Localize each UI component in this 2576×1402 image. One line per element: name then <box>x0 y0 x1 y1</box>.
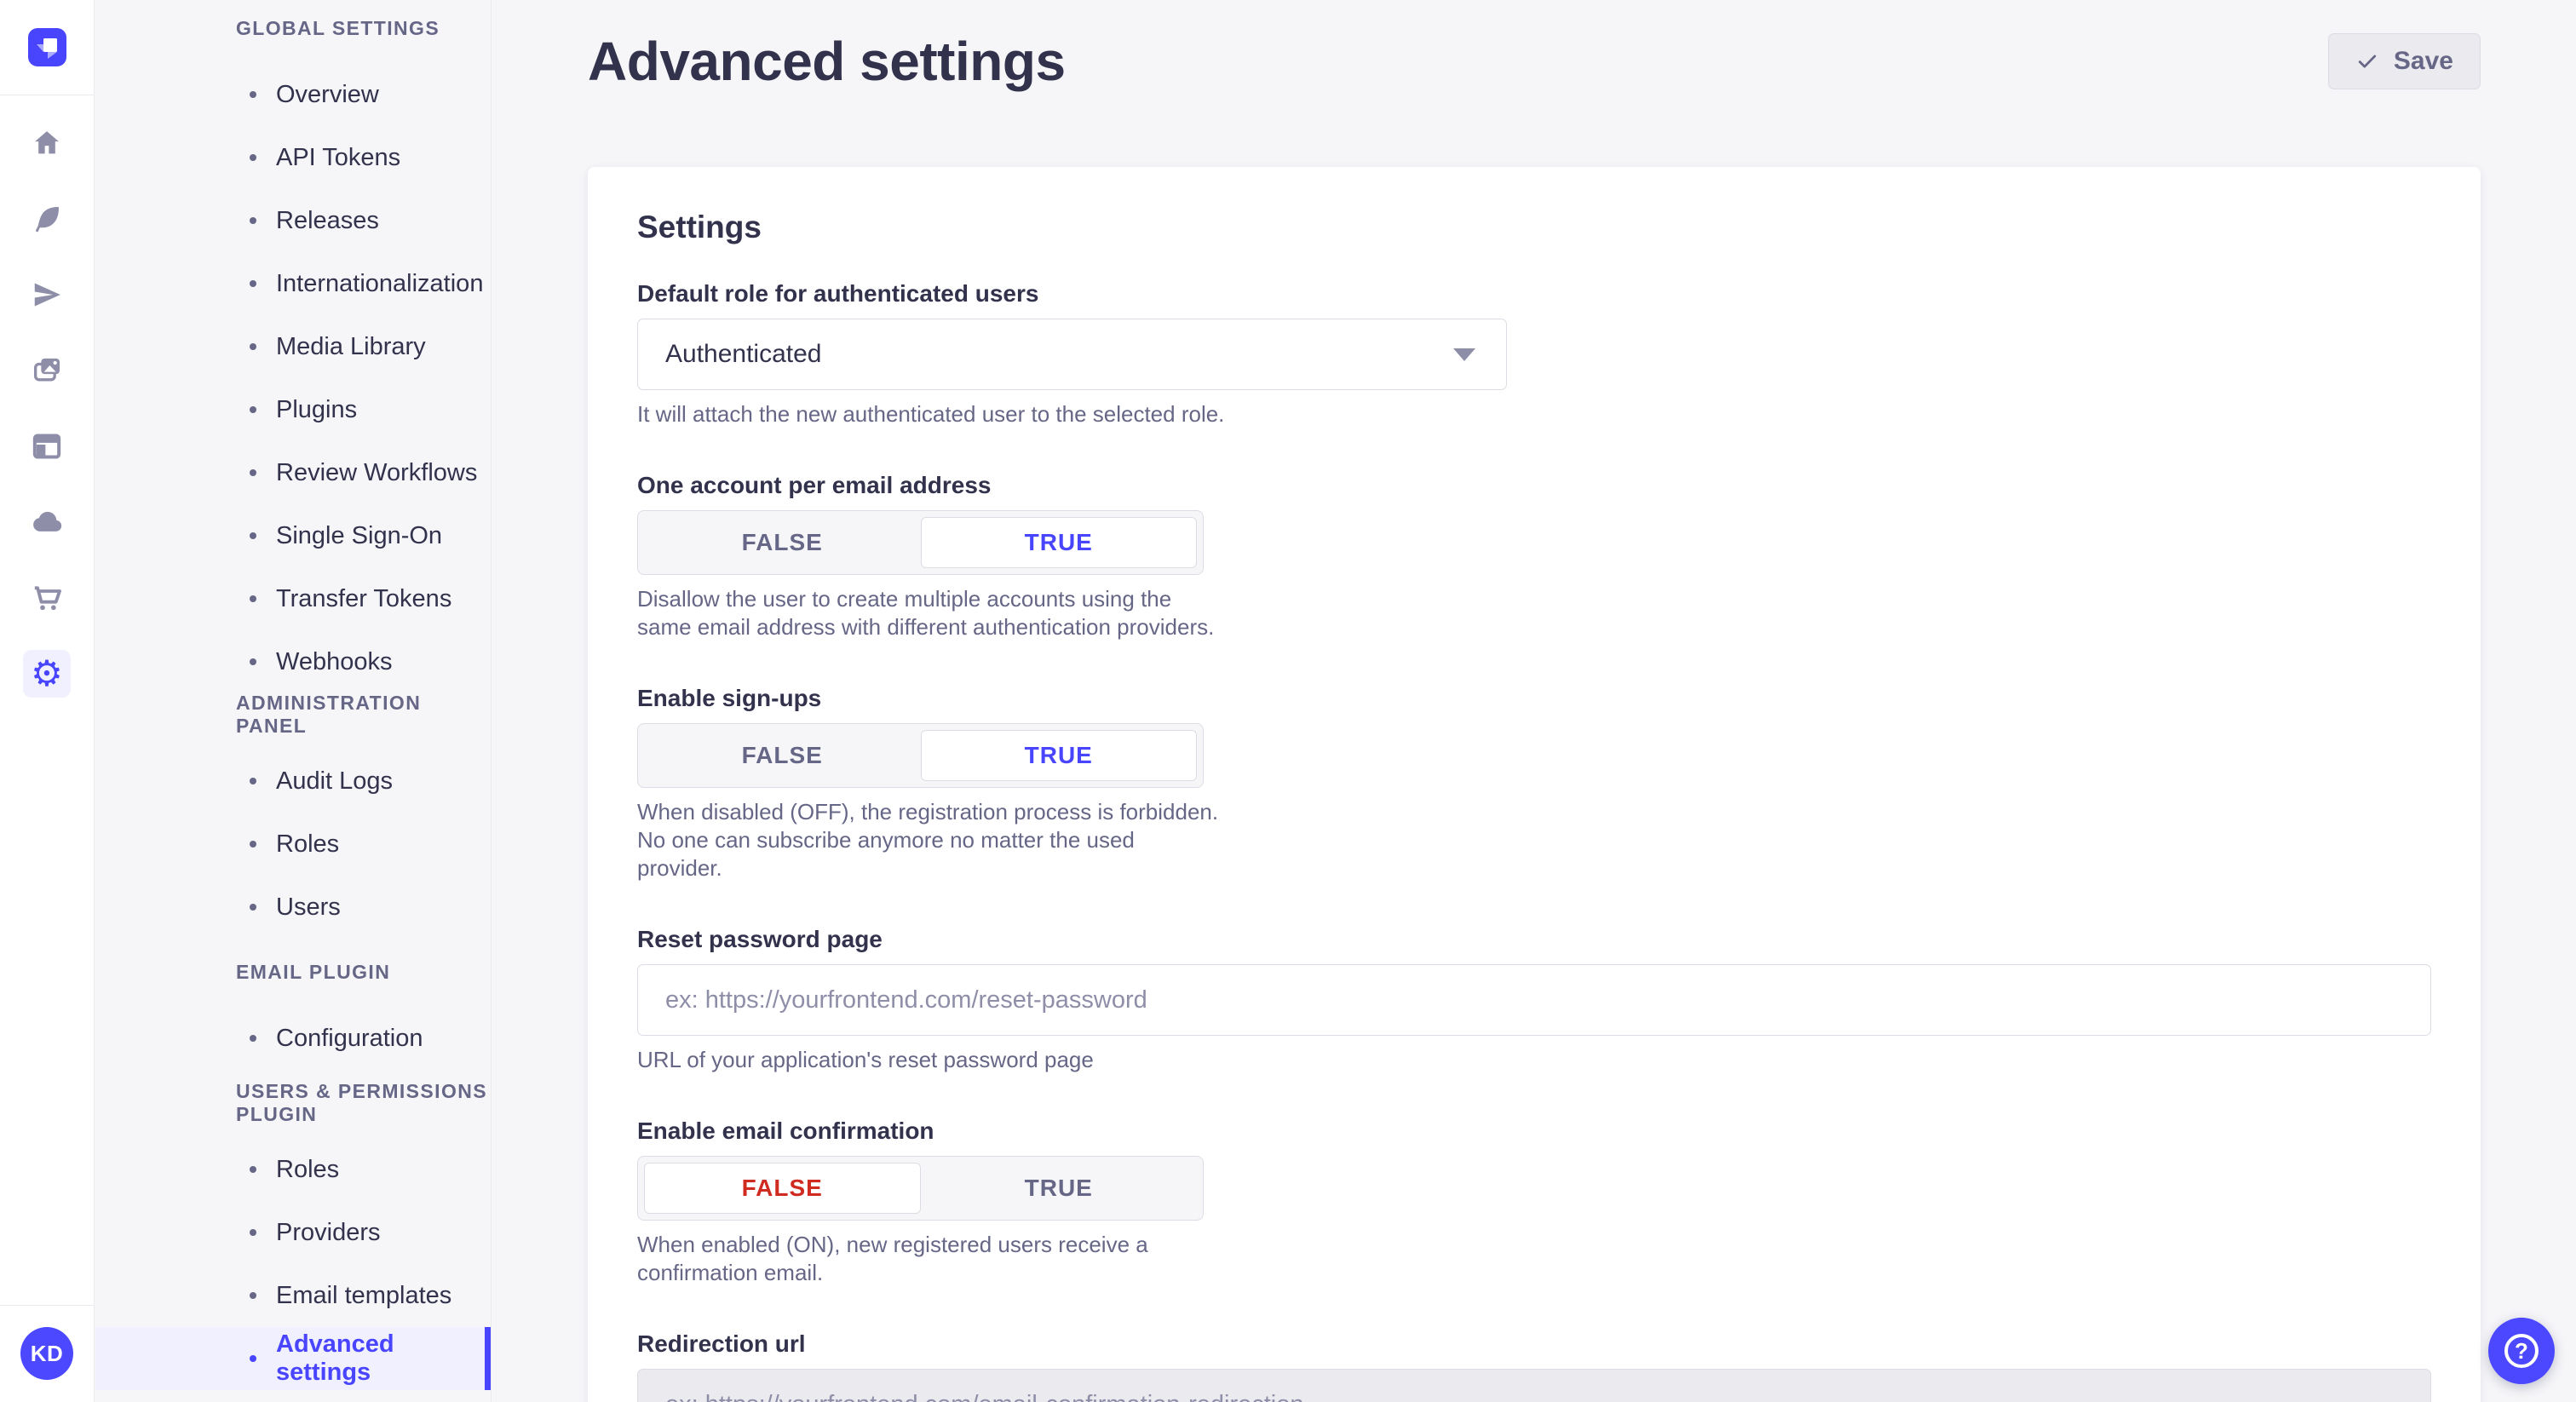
home-icon[interactable] <box>23 119 71 167</box>
sidebar-item-internationalization[interactable]: Internationalization <box>95 252 491 315</box>
sidebar-item-email-templates[interactable]: Email templates <box>95 1264 491 1327</box>
bullet-icon <box>250 595 256 602</box>
section-title: ADMINISTRATION PANEL <box>95 702 491 727</box>
one-account-toggle: FALSE TRUE <box>637 510 1204 575</box>
bullet-icon <box>250 658 256 665</box>
card-title: Settings <box>637 210 2431 245</box>
sidebar-item-webhooks[interactable]: Webhooks <box>95 630 491 693</box>
field-sign-ups: Enable sign-ups FALSE TRUE When disabled… <box>637 686 2431 882</box>
toggle-true-option[interactable]: TRUE <box>921 730 1198 781</box>
field-label: Reset password page <box>637 927 2431 952</box>
sidebar-item-overview[interactable]: Overview <box>95 63 491 126</box>
toggle-true-option[interactable]: TRUE <box>921 517 1198 568</box>
gear-settings-icon[interactable]: ⚙ <box>23 650 71 698</box>
bullet-icon <box>250 904 256 911</box>
bullet-icon <box>250 406 256 413</box>
section-title: USERS & PERMISSIONS PLUGIN <box>95 1090 491 1116</box>
email-confirmation-toggle: FALSE TRUE <box>637 1156 1204 1221</box>
cloud-icon[interactable] <box>23 498 71 546</box>
strapi-logo[interactable] <box>28 28 66 66</box>
field-reset-password: Reset password page URL of your applicat… <box>637 927 2431 1074</box>
toggle-false-option[interactable]: FALSE <box>644 1163 921 1214</box>
page-header: Advanced settings Save <box>588 0 2481 97</box>
field-label: Default role for authenticated users <box>637 281 2431 307</box>
field-hint: It will attach the new authenticated use… <box>637 400 2431 428</box>
bullet-icon <box>250 1355 256 1362</box>
bullet-icon <box>250 1166 256 1173</box>
toggle-false-option[interactable]: FALSE <box>644 730 921 781</box>
bullet-icon <box>250 1292 256 1299</box>
check-icon <box>2355 49 2379 73</box>
sidebar-item-plugins[interactable]: Plugins <box>95 378 491 441</box>
save-button[interactable]: Save <box>2328 33 2481 89</box>
sidebar-item-admin-users[interactable]: Users <box>95 876 491 939</box>
sidebar-item-up-roles[interactable]: Roles <box>95 1138 491 1201</box>
section-global-settings: GLOBAL SETTINGS Overview API Tokens Rele… <box>95 15 491 693</box>
field-redirection-url: Redirection url <box>637 1331 2431 1402</box>
section-email-plugin: EMAIL PLUGIN Configuration <box>95 959 491 1070</box>
section-title: GLOBAL SETTINGS <box>95 15 491 41</box>
bullet-icon <box>250 1229 256 1236</box>
bullet-icon <box>250 469 256 476</box>
question-mark-icon: ? <box>2504 1334 2539 1368</box>
section-title: EMAIL PLUGIN <box>95 959 491 985</box>
main-content: Advanced settings Save Settings Default … <box>492 0 2576 1402</box>
icon-rail: ⚙ KD <box>0 0 95 1402</box>
field-hint: When disabled (OFF), the registration pr… <box>637 798 1225 882</box>
field-label: Enable sign-ups <box>637 686 2431 711</box>
field-hint: Disallow the user to create multiple acc… <box>637 585 1225 641</box>
section-users-permissions-plugin: USERS & PERMISSIONS PLUGIN Roles Provide… <box>95 1090 491 1390</box>
bullet-icon <box>250 532 256 539</box>
field-hint: When enabled (ON), new registered users … <box>637 1231 1225 1287</box>
field-label: One account per email address <box>637 473 2431 498</box>
sidebar-item-media-library[interactable]: Media Library <box>95 315 491 378</box>
field-label: Redirection url <box>637 1331 2431 1357</box>
sign-ups-toggle: FALSE TRUE <box>637 723 1204 788</box>
bullet-icon <box>250 280 256 287</box>
paper-plane-icon[interactable] <box>23 271 71 319</box>
bullet-icon <box>250 217 256 224</box>
sidebar-item-review-workflows[interactable]: Review Workflows <box>95 441 491 504</box>
chevron-down-icon <box>1453 348 1475 361</box>
redirection-url-input[interactable] <box>637 1369 2431 1402</box>
sidebar-item-single-sign-on[interactable]: Single Sign-On <box>95 504 491 567</box>
bullet-icon <box>250 343 256 350</box>
toggle-false-option[interactable]: FALSE <box>644 517 921 568</box>
field-one-account: One account per email address FALSE TRUE… <box>637 473 2431 641</box>
bullet-icon <box>250 154 256 161</box>
sidebar-item-providers[interactable]: Providers <box>95 1201 491 1264</box>
bullet-icon <box>250 91 256 98</box>
field-label: Enable email confirmation <box>637 1118 2431 1144</box>
page-title: Advanced settings <box>588 30 1066 93</box>
sidebar-item-releases[interactable]: Releases <box>95 189 491 252</box>
media-library-icon[interactable] <box>23 347 71 394</box>
toggle-true-option[interactable]: TRUE <box>921 1163 1198 1214</box>
settings-card: Settings Default role for authenticated … <box>588 167 2481 1402</box>
sidebar-item-api-tokens[interactable]: API Tokens <box>95 126 491 189</box>
sidebar-item-email-configuration[interactable]: Configuration <box>95 1007 491 1070</box>
sidebar-item-audit-logs[interactable]: Audit Logs <box>95 750 491 813</box>
field-hint: URL of your application's reset password… <box>637 1046 2431 1074</box>
rail-bottom: KD <box>0 1305 94 1402</box>
layout-icon[interactable] <box>23 422 71 470</box>
help-button[interactable]: ? <box>2488 1318 2555 1384</box>
settings-sidebar: GLOBAL SETTINGS Overview API Tokens Rele… <box>95 0 492 1402</box>
field-default-role: Default role for authenticated users Aut… <box>637 281 2431 428</box>
cart-icon[interactable] <box>23 574 71 622</box>
bullet-icon <box>250 1035 256 1042</box>
reset-password-input[interactable] <box>637 964 2431 1036</box>
content-feather-icon[interactable] <box>23 195 71 243</box>
sidebar-item-advanced-settings[interactable]: Advanced settings <box>95 1327 491 1390</box>
bullet-icon <box>250 778 256 784</box>
sidebar-item-admin-roles[interactable]: Roles <box>95 813 491 876</box>
user-avatar[interactable]: KD <box>20 1327 73 1380</box>
section-administration-panel: ADMINISTRATION PANEL Audit Logs Roles Us… <box>95 702 491 939</box>
sidebar-item-transfer-tokens[interactable]: Transfer Tokens <box>95 567 491 630</box>
default-role-select[interactable]: Authenticated <box>637 319 1507 390</box>
field-email-confirmation: Enable email confirmation FALSE TRUE Whe… <box>637 1118 2431 1287</box>
bullet-icon <box>250 841 256 848</box>
